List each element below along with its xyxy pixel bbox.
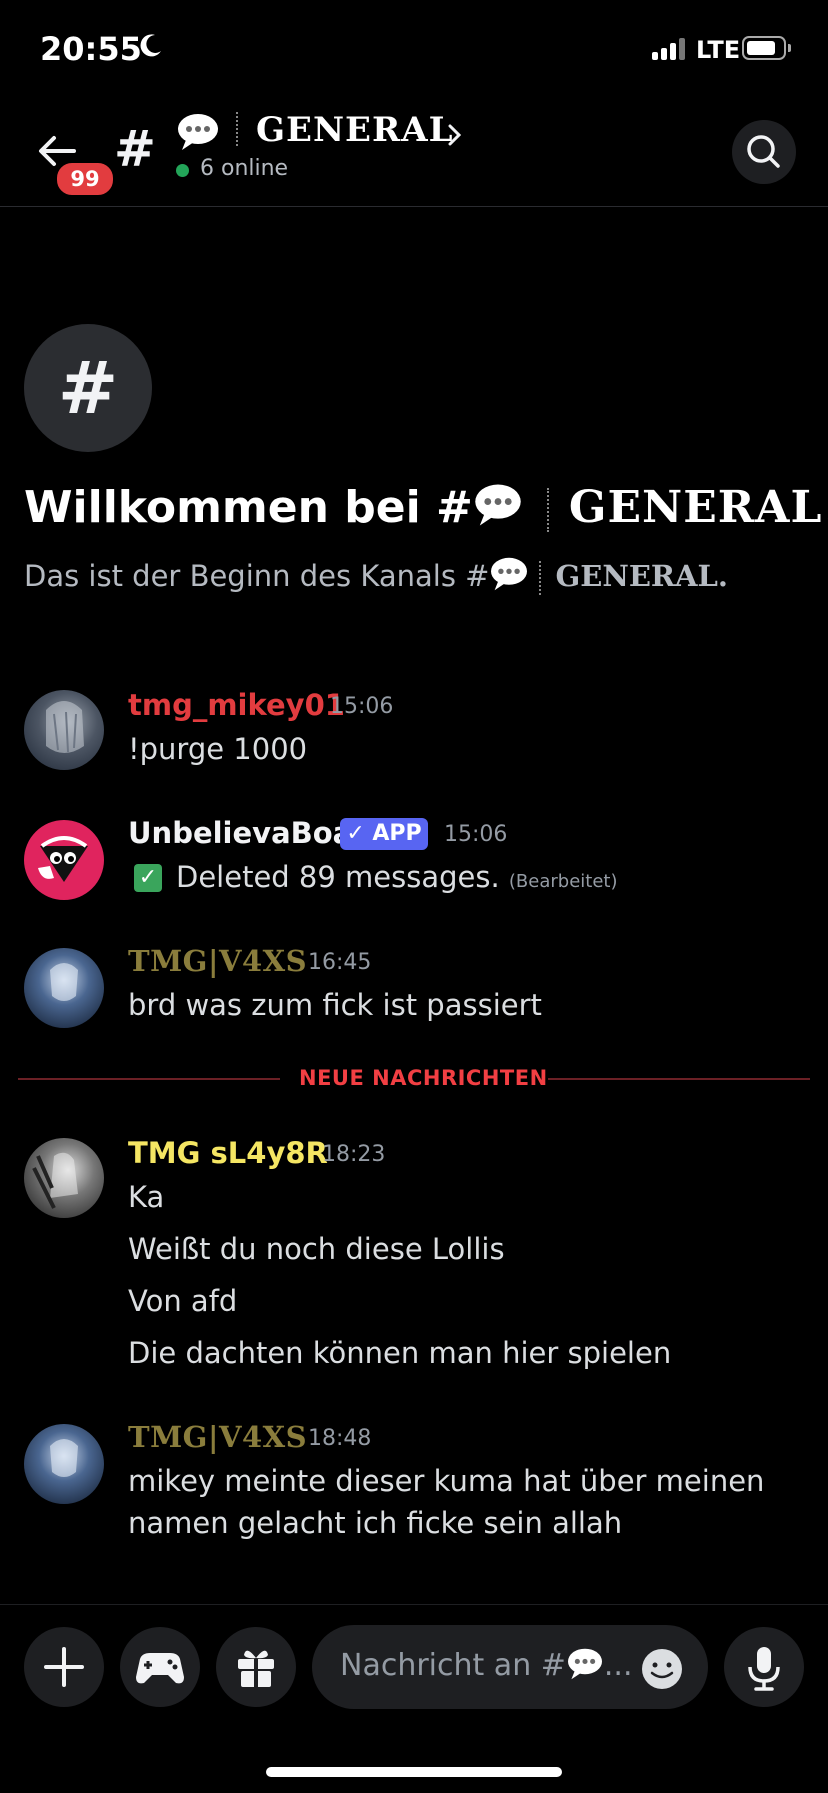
message-timestamp: 16:45 [308,950,372,975]
message-composer: Nachricht an #... [0,1604,828,1793]
message-author[interactable]: TMG|V4XS [128,944,307,978]
avatar[interactable] [24,1138,104,1218]
gamepad-icon [136,1653,184,1684]
channel-separator [236,112,238,146]
gift-button[interactable] [216,1627,296,1707]
welcome-prefix: Willkommen bei # [24,482,473,533]
message-text: Deleted 89 messages. (Bearbeitet) [176,860,618,894]
new-messages-divider: NEUE NACHRICHTEN [299,1066,548,1090]
message-text: mikey meinte dieser kuma hat über meinen [128,1464,765,1498]
edited-label: (Bearbeitet) [508,871,618,892]
channel-icon: # [24,324,152,452]
voice-message-button[interactable] [724,1627,804,1707]
placeholder-suffix: ... [603,1648,633,1683]
welcome-heading: Willkommen bei # GENERAL! [24,482,828,533]
description-prefix: Das ist der Beginn des Kanals # [24,559,490,593]
plus-icon [44,1647,84,1687]
placeholder-prefix: Nachricht an # [340,1648,566,1683]
network-label: LTE [696,36,741,64]
battery-icon [742,36,786,60]
message-author[interactable]: UnbelievaBoat [128,816,366,850]
message-text: namen gelacht ich ficke sein allah [128,1506,623,1540]
emoji-icon[interactable] [640,1647,684,1691]
signal-icon [652,38,685,60]
message-author[interactable]: TMG|V4XS [128,1420,307,1454]
avatar[interactable] [24,690,104,770]
message-text: Die dachten können man hier spielen [128,1336,672,1370]
avatar[interactable] [24,1424,104,1504]
message-placeholder: Nachricht an #... [340,1647,633,1683]
message-timestamp: 15:06 [444,822,508,847]
message-input[interactable]: Nachricht an #... [312,1625,708,1709]
hashtag-icon: # [114,120,156,178]
channel-description: Das ist der Beginn des Kanals # GENERAL. [24,556,728,595]
online-indicator [176,164,189,177]
app-tag: ✓ APP [340,818,428,850]
message-author[interactable]: tmg_mikey01 [128,688,345,722]
message-author[interactable]: TMG sL4y8R [128,1136,328,1170]
unread-badge: 99 [54,160,116,198]
home-indicator[interactable] [266,1767,562,1777]
add-attachment-button[interactable] [24,1627,104,1707]
app-tag-label: APP [372,821,422,846]
message-text: brd was zum fick ist passiert [128,988,542,1022]
description-channel: GENERAL. [555,559,729,593]
speech-bubble-icon [567,1648,602,1680]
bot-avatar[interactable] [24,820,104,900]
speech-bubble-icon [178,114,218,150]
microphone-icon [748,1647,780,1691]
speech-bubble-icon [475,484,521,526]
status-time: 20:55 [40,30,142,68]
message-timestamp: 18:48 [308,1426,372,1451]
message-text: !purge 1000 [128,732,308,766]
message-timestamp: 18:23 [322,1142,386,1167]
divider-line-left [18,1078,280,1080]
message-timestamp: 15:06 [330,694,394,719]
gift-icon [238,1650,274,1687]
status-bar: 20:55 LTE [0,0,828,100]
search-icon [747,135,780,168]
chevron-right-icon[interactable] [446,122,464,148]
checkmark-icon: ✓ [134,864,162,892]
search-button[interactable] [732,120,796,184]
message-text: Von afd [128,1284,238,1318]
message-line: Deleted 89 messages. [176,860,500,894]
speech-bubble-icon [491,557,528,591]
welcome-channel: GENERAL! [568,482,828,533]
avatar[interactable] [24,948,104,1028]
online-count: 6 online [200,156,289,181]
channel-title[interactable]: GENERAL [256,110,454,150]
message-text: Weißt du noch diese Lollis [128,1232,505,1266]
activities-button[interactable] [120,1627,200,1707]
channel-header: 99 # GENERAL 6 online [0,100,828,207]
moon-icon [140,34,161,57]
hashtag-icon: # [57,346,119,430]
battery-tip [788,44,791,52]
divider-line-right [548,1078,810,1080]
message-text: Ka [128,1180,165,1214]
